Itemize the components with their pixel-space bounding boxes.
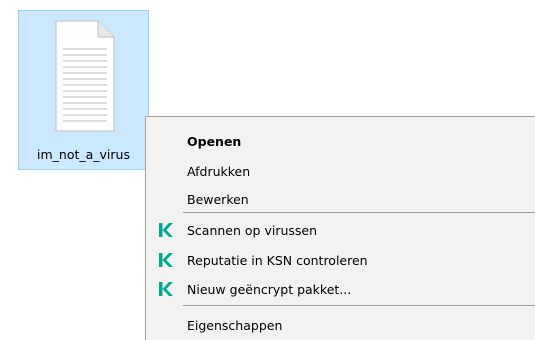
menu-item-print[interactable]: Afdrukken (146, 159, 535, 183)
menu-item-label: Eigenschappen (187, 317, 283, 333)
kaspersky-k-icon (159, 282, 173, 296)
menu-separator (183, 212, 535, 213)
menu-item-properties[interactable]: Eigenschappen (146, 313, 535, 337)
menu-item-label: Bewerken (187, 191, 249, 207)
kaspersky-k-icon (159, 253, 173, 267)
menu-separator (183, 305, 535, 306)
menu-item-label: Afdrukken (187, 163, 251, 179)
menu-item-label: Reputatie in KSN controleren (187, 252, 368, 268)
desktop[interactable]: im_not_a_virus Openen Afdrukken Bewerken… (0, 0, 535, 340)
context-menu: Openen Afdrukken Bewerken Scannen op vir… (145, 116, 535, 340)
menu-item-ksn-reputation[interactable]: Reputatie in KSN controleren (146, 248, 535, 272)
menu-item-edit[interactable]: Bewerken (146, 187, 535, 211)
kaspersky-k-icon (159, 223, 173, 237)
file-item[interactable]: im_not_a_virus (18, 10, 149, 170)
menu-item-label: Scannen op virussen (187, 222, 318, 238)
file-name-label: im_not_a_virus (37, 147, 130, 162)
menu-item-label: Nieuw geëncrypt pakket... (187, 281, 352, 297)
menu-item-scan-viruses[interactable]: Scannen op virussen (146, 218, 535, 242)
menu-item-new-encrypted-package[interactable]: Nieuw geëncrypt pakket... (146, 277, 535, 301)
menu-item-open[interactable]: Openen (146, 129, 535, 153)
text-document-icon (55, 20, 115, 132)
menu-item-label: Openen (187, 133, 242, 149)
